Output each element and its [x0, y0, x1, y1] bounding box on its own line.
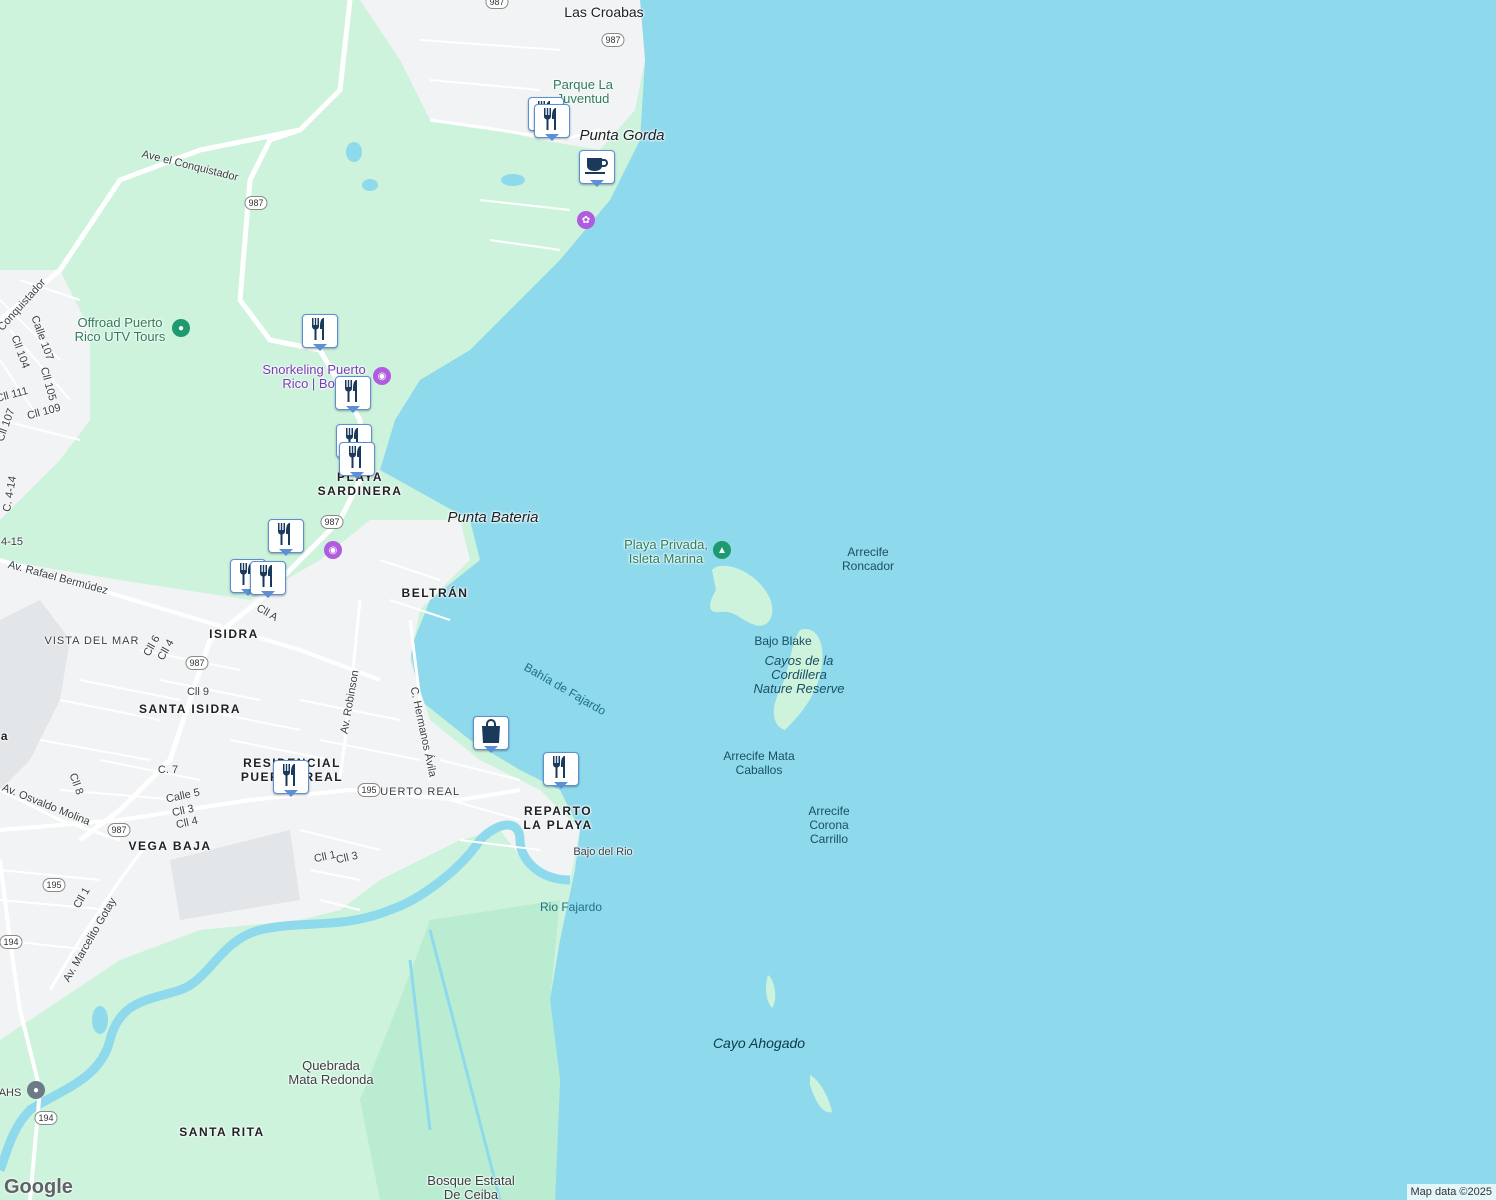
street-label: 4-15	[0, 536, 24, 548]
place-label-offroad-puerto-rico[interactable]: Offroad Puerto Rico UTV Tours	[75, 316, 166, 344]
fork-knife-icon	[346, 445, 368, 474]
route-shield-987: 987	[320, 515, 344, 529]
route-shield-987: 987	[107, 823, 131, 837]
park-pin-icon[interactable]: ●	[172, 319, 190, 337]
route-shield-987: 987	[244, 196, 268, 210]
poi-pin-icon[interactable]: ●	[27, 1081, 45, 1099]
camera-pin-icon[interactable]: ◉	[324, 541, 342, 559]
restaurant-marker[interactable]	[339, 442, 375, 479]
place-label-vista-del-mar: VISTA DEL MAR	[44, 635, 140, 647]
place-label-reparto-la-playa: REPARTO LA PLAYA	[523, 804, 593, 832]
route-shield-194: 194	[34, 1111, 58, 1125]
restaurant-marker[interactable]	[302, 314, 338, 351]
fork-knife-icon	[275, 522, 297, 551]
tree-pin-icon[interactable]: ▲	[713, 541, 731, 559]
restaurant-marker[interactable]	[250, 561, 286, 598]
place-label-bajo-del-rio: Bajo del Rio	[573, 846, 633, 858]
fork-knife-icon	[550, 755, 572, 784]
place-label-bosque-estatal-de-ceiba: Bosque Estatal De Ceiba	[427, 1173, 515, 1200]
place-label-beltran: BELTRÁN	[401, 586, 469, 600]
place-label-playa-privada[interactable]: Playa Privada, Isleta Marina	[624, 538, 708, 566]
restaurant-marker[interactable]	[335, 376, 371, 413]
street-label: Cll 9	[186, 686, 210, 698]
isleta-marina-island	[710, 565, 773, 626]
restaurant-marker[interactable]	[273, 760, 309, 797]
shopping-marker[interactable]	[473, 716, 509, 753]
place-label-isidra: ISIDRA	[209, 627, 259, 641]
camera-pin-icon[interactable]: ◉	[373, 367, 391, 385]
reef-label-arrecife-corona-carrillo: Arrecife Corona Carrillo	[808, 804, 850, 846]
pond	[501, 174, 525, 186]
route-shield-987: 987	[485, 0, 509, 9]
place-label-punta-gorda: Punta Gorda	[579, 127, 665, 144]
place-label-punta-bateria: Punta Bateria	[447, 509, 539, 526]
restaurant-marker[interactable]	[534, 104, 570, 141]
place-label-puerto-real: PUERTO REAL	[371, 786, 461, 798]
attraction-pin-icon[interactable]: ✿	[577, 211, 595, 229]
pond	[92, 1006, 108, 1034]
reef-label-arrecife-roncador: Arrecife Roncador	[841, 545, 895, 573]
map-attribution[interactable]: Map data ©2025	[1406, 1184, 1496, 1200]
fork-knife-icon	[541, 107, 563, 136]
place-label-quebrada-mata-redonda: Quebrada Mata Redonda	[288, 1058, 374, 1087]
pond	[362, 179, 378, 191]
place-label-partial: a	[0, 729, 10, 743]
place-label-las-croabas: Las Croabas	[564, 4, 644, 20]
fork-knife-icon	[309, 317, 331, 346]
route-shield-195: 195	[357, 783, 381, 797]
fork-knife-icon	[342, 379, 364, 408]
restaurant-marker[interactable]	[268, 519, 304, 556]
pond	[346, 142, 362, 162]
route-shield-195: 195	[42, 878, 66, 892]
route-shield-987: 987	[185, 656, 209, 670]
coffee-cup-icon	[584, 154, 610, 181]
place-label-cayos-cordillera: Cayos de la Cordillera Nature Reserve	[753, 653, 845, 696]
place-label-ahs: AHS	[0, 1087, 22, 1099]
place-label-santa-rita: SANTA RITA	[179, 1125, 265, 1139]
route-shield-987: 987	[601, 33, 625, 47]
shopping-bag-icon	[479, 718, 503, 749]
reef-label-bajo-blake: Bajo Blake	[754, 634, 812, 648]
restaurant-marker[interactable]	[543, 752, 579, 789]
fork-knife-icon	[257, 564, 279, 593]
water-label-rio-fajardo: Rio Fajardo	[539, 900, 603, 914]
map-canvas[interactable]: Las Croabas Parque La Juventud Punta Gor…	[0, 0, 1496, 1200]
cayo-ahogado-reef	[810, 1075, 832, 1113]
street-label: C. 7	[157, 764, 179, 776]
google-logo: Google	[4, 1176, 73, 1198]
fork-knife-icon	[280, 763, 302, 792]
reef-label-arrecife-mata-caballos: Arrecife Mata Caballos	[723, 749, 795, 777]
place-label-cayo-ahogado: Cayo Ahogado	[712, 1035, 806, 1051]
cafe-marker[interactable]	[579, 150, 615, 187]
cayo-reef	[766, 975, 776, 1008]
place-label-vega-baja: VEGA BAJA	[128, 839, 212, 853]
route-shield-194: 194	[0, 935, 23, 949]
place-label-santa-isidra: SANTA ISIDRA	[139, 702, 241, 716]
